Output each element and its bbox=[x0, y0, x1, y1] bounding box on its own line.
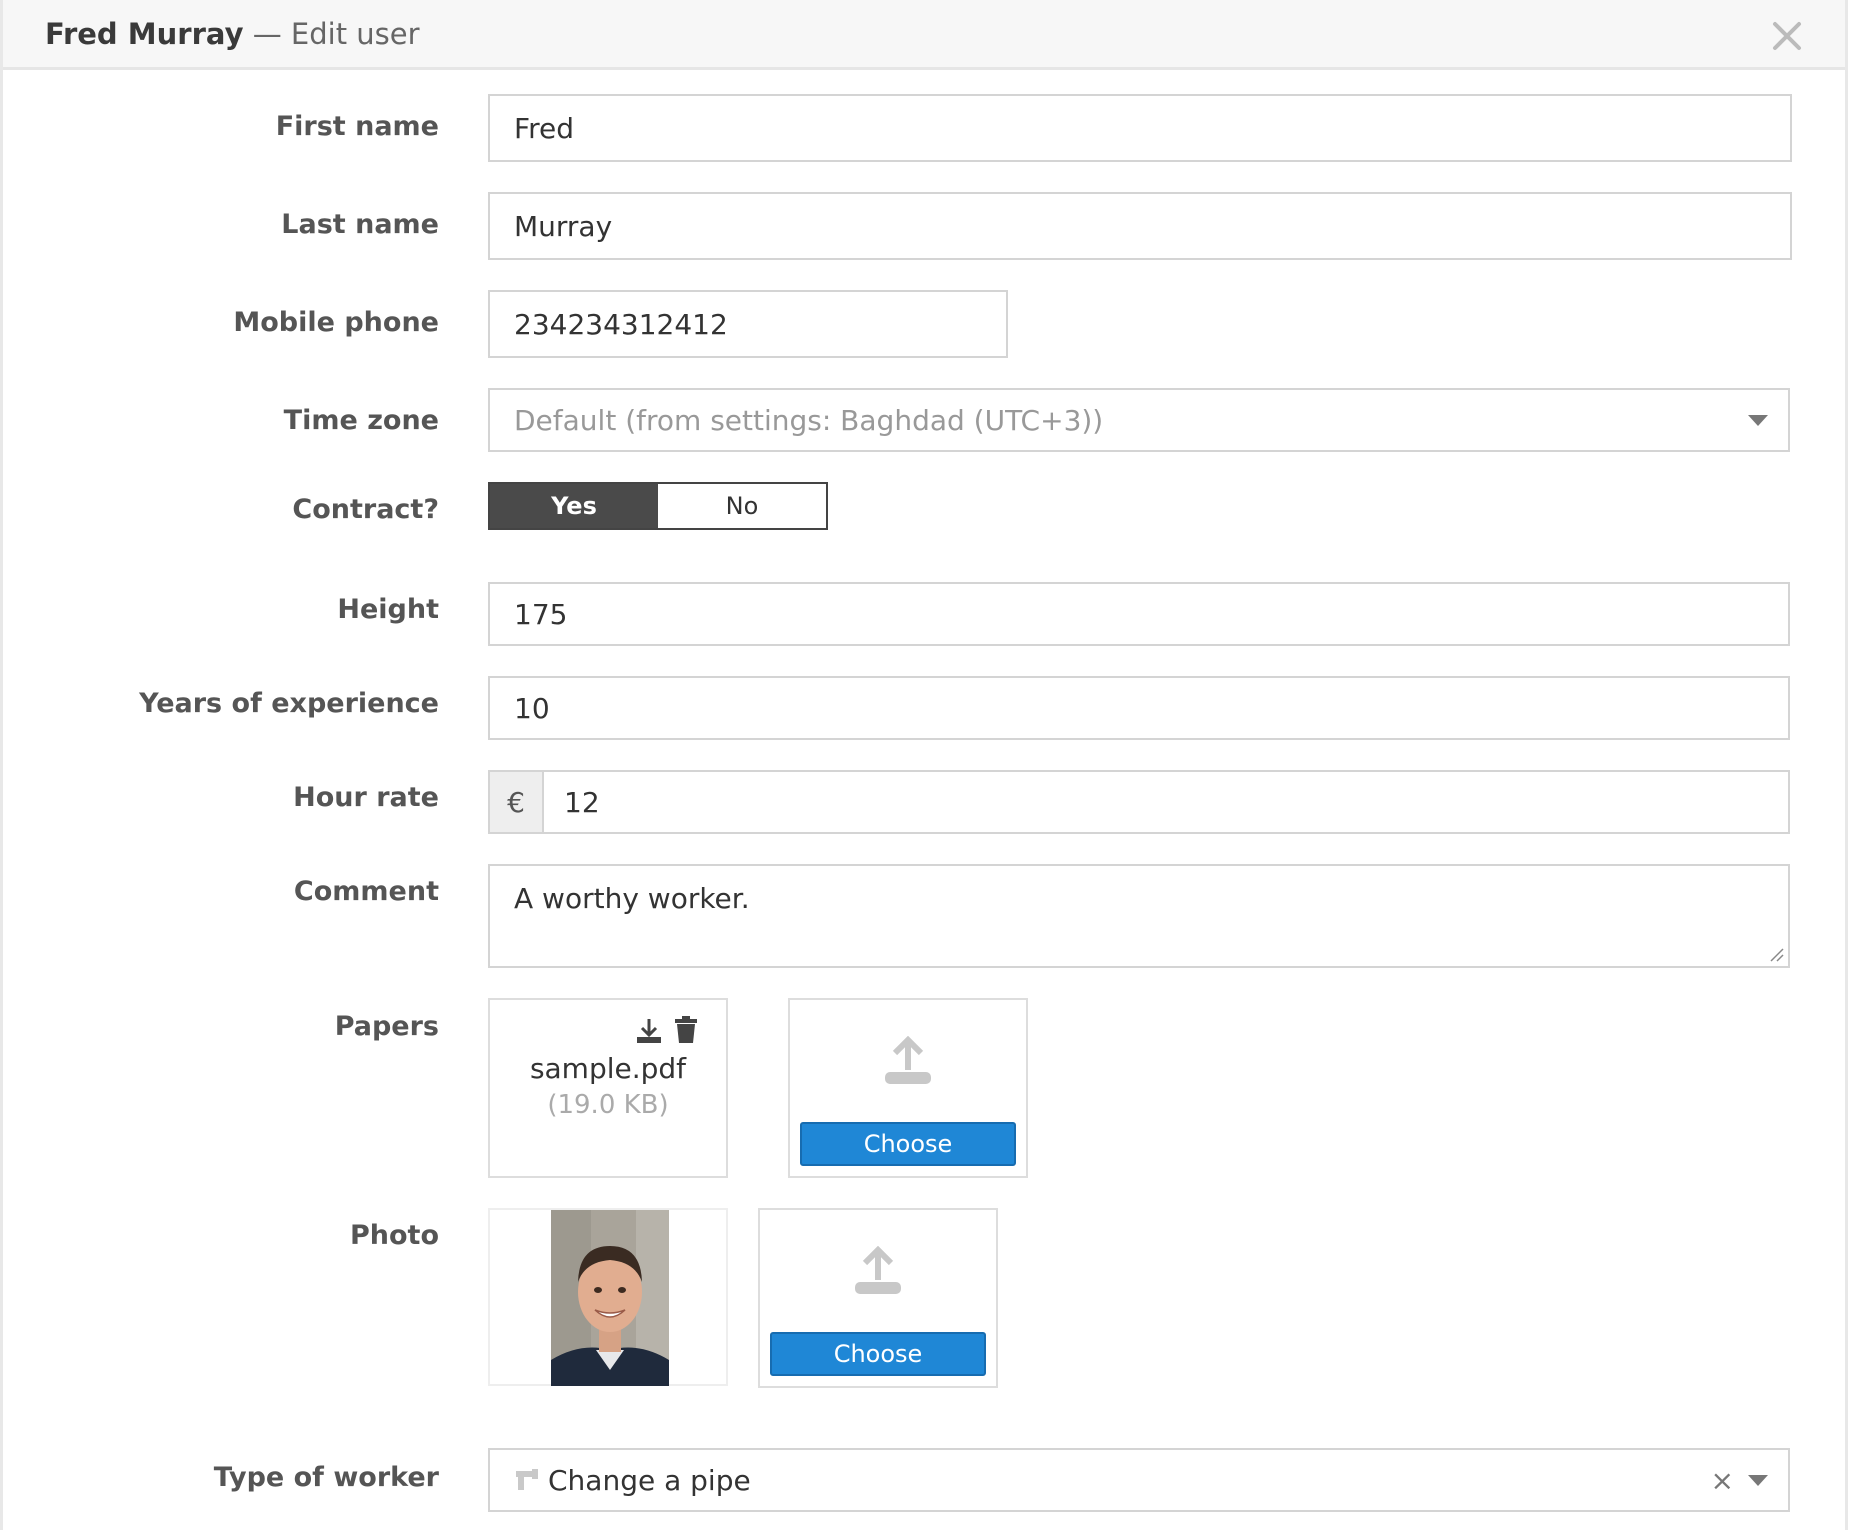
type-of-worker-label: Type of worker bbox=[213, 1462, 439, 1493]
comment-textarea[interactable]: A worthy worker. bbox=[488, 864, 1790, 968]
mobile-phone-input[interactable]: 234234312412 bbox=[488, 290, 1008, 358]
hour-rate-input[interactable]: € 12 bbox=[488, 770, 1790, 834]
height-value: 175 bbox=[514, 597, 568, 631]
photo-upload-card: Choose bbox=[758, 1208, 998, 1388]
first-name-value: Fred bbox=[514, 111, 574, 145]
hour-rate-label: Hour rate bbox=[293, 782, 439, 813]
years-experience-value: 10 bbox=[514, 691, 550, 725]
paper-file-size: (19.0 KB) bbox=[547, 1090, 669, 1120]
hour-rate-value: 12 bbox=[564, 785, 600, 819]
first-name-label: First name bbox=[275, 111, 439, 142]
papers-choose-button[interactable]: Choose bbox=[800, 1122, 1016, 1166]
paper-file-name[interactable]: sample.pdf bbox=[490, 1052, 726, 1085]
contract-label: Contract? bbox=[292, 494, 439, 525]
chevron-down-icon bbox=[1748, 1475, 1768, 1486]
mobile-phone-value: 234234312412 bbox=[514, 307, 728, 341]
upload-icon bbox=[855, 1246, 901, 1294]
comment-label: Comment bbox=[293, 876, 439, 907]
trash-icon[interactable] bbox=[674, 1016, 698, 1044]
height-label: Height bbox=[337, 594, 439, 625]
chevron-down-icon bbox=[1748, 415, 1768, 426]
type-of-worker-value: Change a pipe bbox=[548, 1463, 751, 1497]
paper-upload-card: Choose bbox=[788, 998, 1028, 1178]
photo-label: Photo bbox=[349, 1220, 439, 1251]
time-zone-value: Default (from settings: Baghdad (UTC+3)) bbox=[514, 403, 1104, 437]
clear-icon[interactable]: × bbox=[1711, 1464, 1734, 1497]
edit-user-modal: Fred Murray — Edit user First name Fred … bbox=[0, 0, 1848, 1530]
upload-icon bbox=[885, 1036, 931, 1084]
height-input[interactable]: 175 bbox=[488, 582, 1790, 646]
first-name-input[interactable]: Fred bbox=[488, 94, 1792, 162]
download-icon[interactable] bbox=[635, 1017, 663, 1045]
close-button[interactable] bbox=[1769, 18, 1805, 54]
photo-preview-card bbox=[488, 1208, 728, 1386]
user-photo[interactable] bbox=[551, 1210, 669, 1386]
modal-header: Fred Murray — Edit user bbox=[3, 0, 1845, 70]
resize-grip-icon[interactable] bbox=[1768, 946, 1784, 962]
papers-label: Papers bbox=[334, 1011, 439, 1042]
time-zone-select[interactable]: Default (from settings: Baghdad (UTC+3)) bbox=[488, 388, 1790, 452]
paper-file-card: sample.pdf (19.0 KB) bbox=[488, 998, 728, 1178]
type-of-worker-select[interactable]: Change a pipe × bbox=[488, 1448, 1790, 1512]
close-icon bbox=[1773, 22, 1801, 50]
time-zone-label: Time zone bbox=[283, 405, 439, 436]
mobile-phone-label: Mobile phone bbox=[233, 307, 439, 338]
currency-addon: € bbox=[490, 772, 544, 832]
modal-subtitle: — Edit user bbox=[252, 17, 420, 51]
years-experience-label: Years of experience bbox=[139, 688, 439, 719]
photo-choose-button[interactable]: Choose bbox=[770, 1332, 986, 1376]
contract-yes-option[interactable]: Yes bbox=[490, 484, 658, 528]
pipe-icon bbox=[516, 1469, 538, 1490]
last-name-input[interactable]: Murray bbox=[488, 192, 1792, 260]
contract-no-option[interactable]: No bbox=[658, 484, 826, 528]
user-name: Fred Murray bbox=[45, 17, 244, 51]
last-name-label: Last name bbox=[281, 209, 439, 240]
modal-title: Fred Murray — Edit user bbox=[45, 16, 420, 52]
comment-value: A worthy worker. bbox=[514, 882, 750, 915]
contract-toggle: Yes No bbox=[488, 482, 828, 530]
last-name-value: Murray bbox=[514, 209, 613, 243]
years-experience-input[interactable]: 10 bbox=[488, 676, 1790, 740]
